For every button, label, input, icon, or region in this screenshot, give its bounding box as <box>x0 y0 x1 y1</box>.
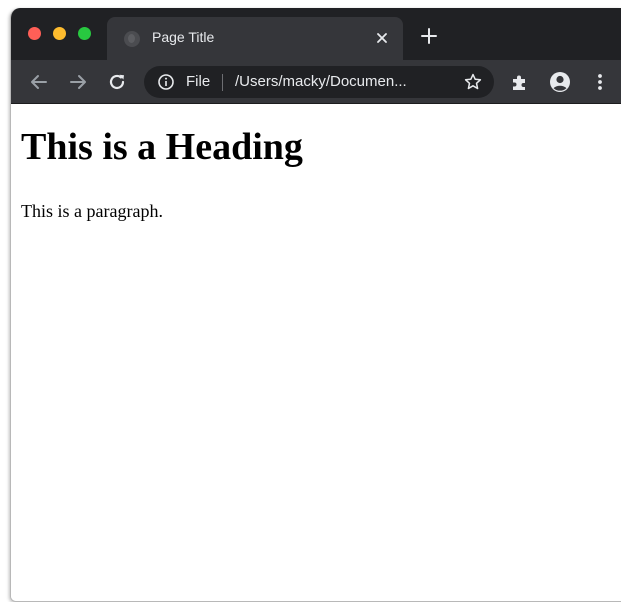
tab-strip: Page Title <box>11 8 621 60</box>
close-icon[interactable] <box>373 29 391 47</box>
page-heading: This is a Heading <box>21 126 303 168</box>
omnibox-divider <box>222 74 223 91</box>
plus-icon[interactable] <box>419 26 439 46</box>
window-minimize-button[interactable] <box>53 27 66 40</box>
page-viewport: This is a Heading This is a paragraph. <box>11 104 621 601</box>
browser-toolbar: File /Users/macky/Documen... <box>11 60 621 104</box>
puzzle-icon[interactable] <box>509 71 531 93</box>
address-bar[interactable]: File /Users/macky/Documen... <box>144 66 494 98</box>
globe-icon <box>124 31 140 47</box>
kebab-menu-icon[interactable] <box>590 71 610 93</box>
info-icon[interactable] <box>157 73 175 91</box>
reload-icon[interactable] <box>105 70 129 94</box>
tab-page-title[interactable]: Page Title <box>107 17 403 60</box>
browser-window: Page Title File /Users/macky/Documen... … <box>10 8 621 602</box>
window-zoom-button[interactable] <box>78 27 91 40</box>
url-text[interactable]: /Users/macky/Documen... <box>235 73 407 90</box>
arrow-right-icon[interactable] <box>66 70 90 94</box>
page-paragraph: This is a paragraph. <box>21 201 163 221</box>
window-close-button[interactable] <box>28 27 41 40</box>
tab-title: Page Title <box>152 29 215 45</box>
star-icon[interactable] <box>463 72 483 92</box>
account-icon[interactable] <box>548 70 572 94</box>
arrow-left-icon[interactable] <box>27 70 51 94</box>
scheme-label: File <box>186 73 211 90</box>
